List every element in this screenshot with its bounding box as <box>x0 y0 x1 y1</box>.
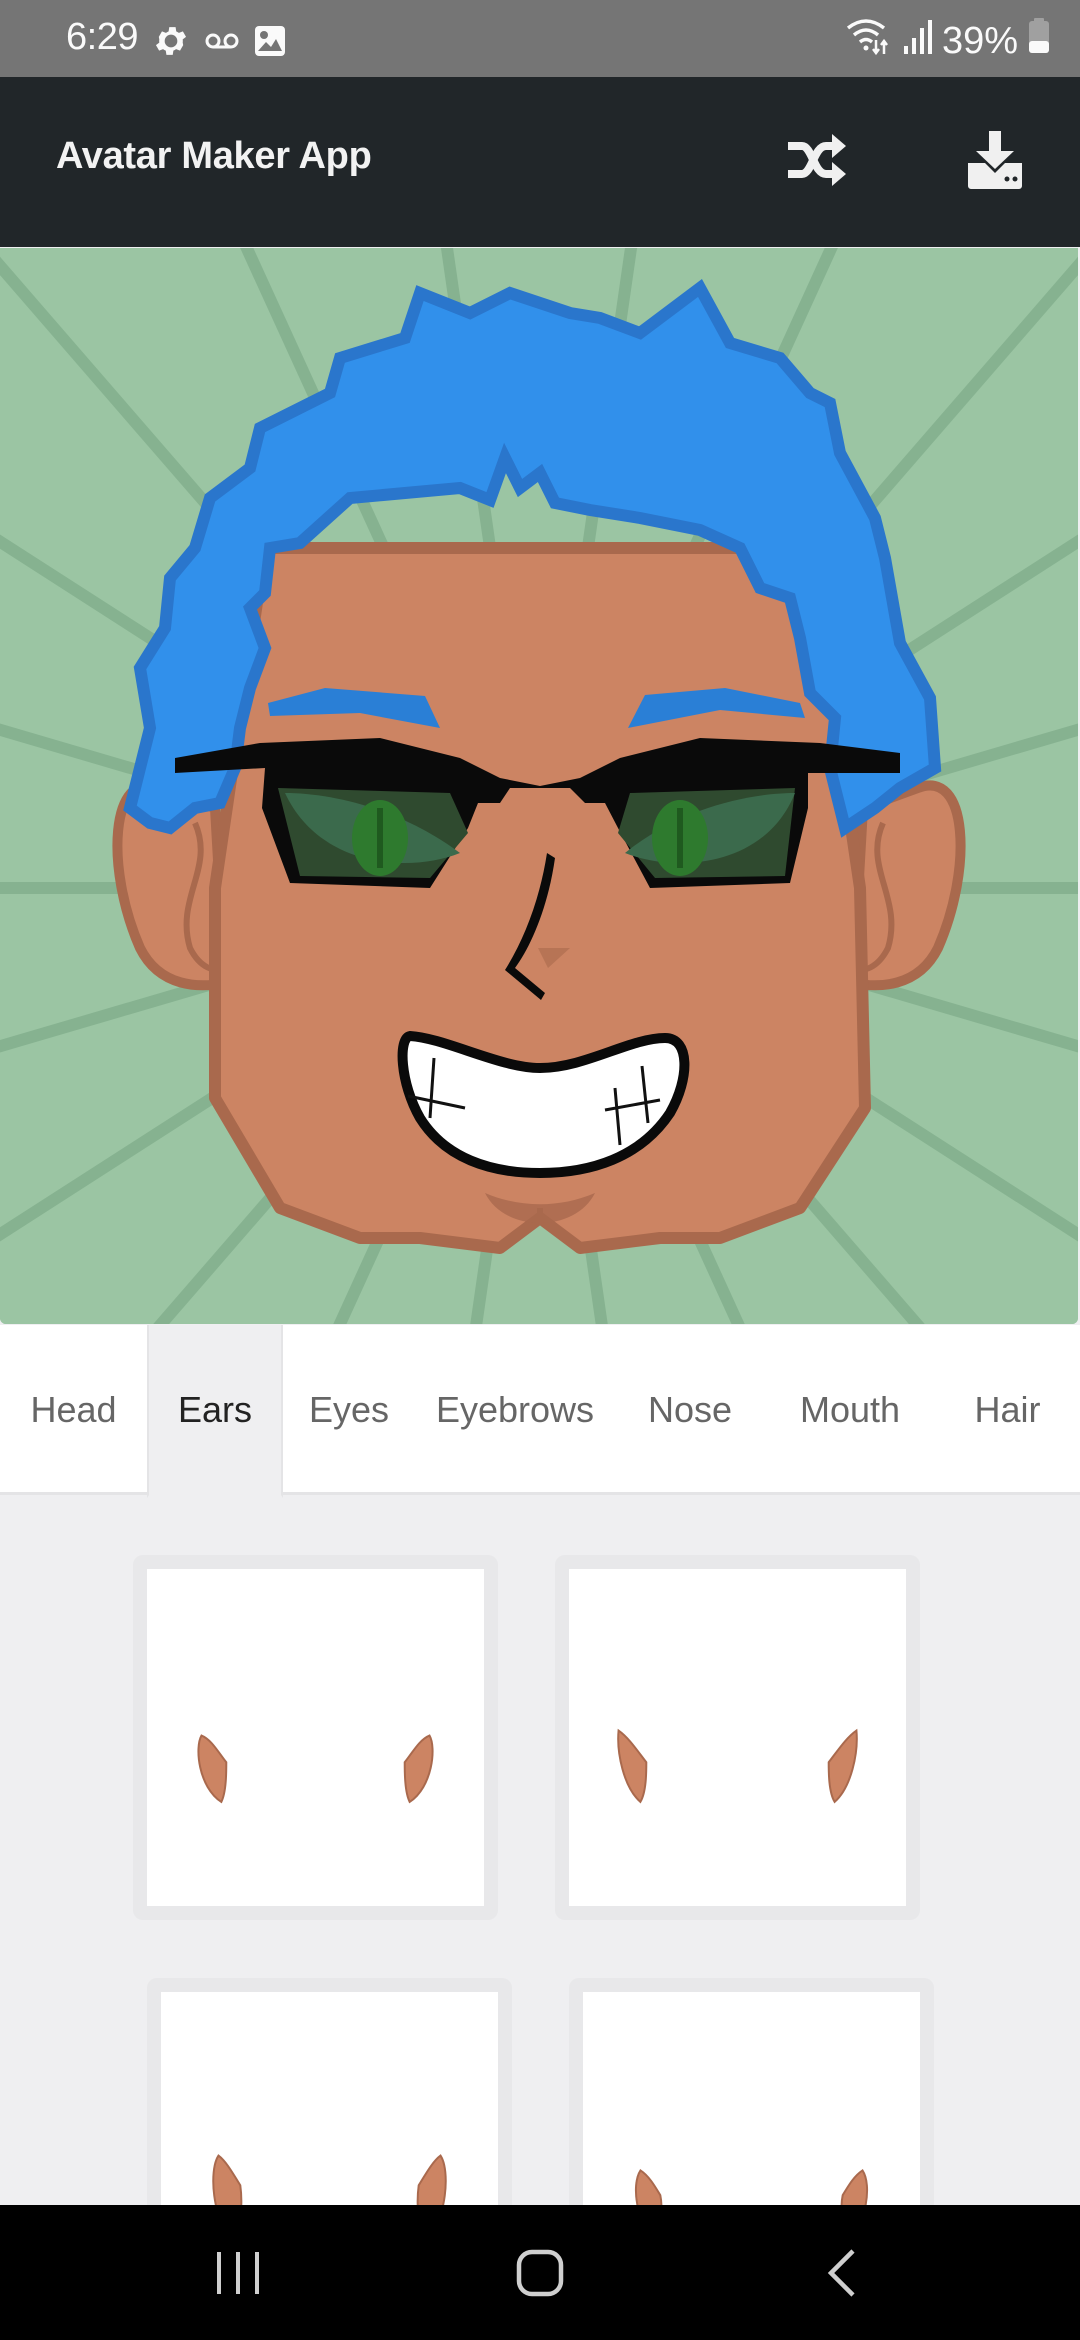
tab-eyebrows[interactable]: Eyebrows <box>415 1325 615 1495</box>
battery-percent: 39% <box>941 19 1018 62</box>
shuffle-button[interactable] <box>782 127 852 197</box>
status-time: 6:29 <box>66 16 138 58</box>
avatar-illustration <box>0 248 1078 1324</box>
category-tab-bar: Head Ears Eyes Eyebrows Nose Mouth Hair <box>0 1325 1080 1498</box>
ear-preview-icon <box>617 1728 858 1804</box>
home-button[interactable] <box>480 2235 600 2315</box>
home-icon <box>515 2248 565 2303</box>
ear-option-1[interactable] <box>133 1555 498 1920</box>
app-bar: Avatar Maker App <box>0 77 1080 247</box>
tab-label: Head <box>30 1389 117 1430</box>
download-icon <box>965 130 1025 194</box>
system-nav-bar <box>0 2205 1080 2340</box>
ear-preview-icon <box>634 2169 869 2205</box>
back-icon <box>825 2248 859 2303</box>
tab-head[interactable]: Head <box>0 1325 147 1495</box>
shuffle-icon <box>786 133 848 191</box>
ear-option-4[interactable] <box>569 1978 934 2205</box>
app-title: Avatar Maker App <box>56 135 372 177</box>
avatar-preview <box>0 248 1078 1324</box>
battery-icon <box>1028 18 1050 64</box>
recent-apps-button[interactable] <box>178 2235 298 2315</box>
ear-option-3[interactable] <box>147 1978 512 2205</box>
tab-label: Hair <box>974 1389 1041 1430</box>
settings-gear-icon <box>152 22 190 65</box>
ear-option-2[interactable] <box>555 1555 920 1920</box>
wifi-data-icon <box>844 16 892 66</box>
tab-nose[interactable]: Nose <box>615 1325 765 1495</box>
download-button[interactable] <box>960 127 1030 197</box>
signal-bars-icon <box>902 18 932 64</box>
tab-label: Mouth <box>799 1389 901 1430</box>
tab-eyes[interactable]: Eyes <box>283 1325 415 1495</box>
status-notification-icons <box>152 22 286 65</box>
ear-preview-icon <box>212 2154 447 2205</box>
tab-label: Ears <box>177 1389 253 1430</box>
tab-hair[interactable]: Hair <box>935 1325 1080 1495</box>
gallery-icon <box>254 25 286 62</box>
tab-ears[interactable]: Ears <box>147 1325 283 1498</box>
recent-apps-icon <box>213 2250 263 2301</box>
status-bar: 6:29 39% <box>0 0 1080 77</box>
status-system-icons: 39% <box>844 16 1050 66</box>
back-button[interactable] <box>782 2235 902 2315</box>
tab-label: Eyebrows <box>435 1389 595 1430</box>
ear-preview-icon <box>197 1734 434 1804</box>
tab-label: Nose <box>647 1389 733 1430</box>
ear-options-grid <box>0 1498 1080 2205</box>
voicemail-icon <box>204 29 240 58</box>
tab-mouth[interactable]: Mouth <box>765 1325 935 1495</box>
tab-label: Eyes <box>308 1389 390 1430</box>
